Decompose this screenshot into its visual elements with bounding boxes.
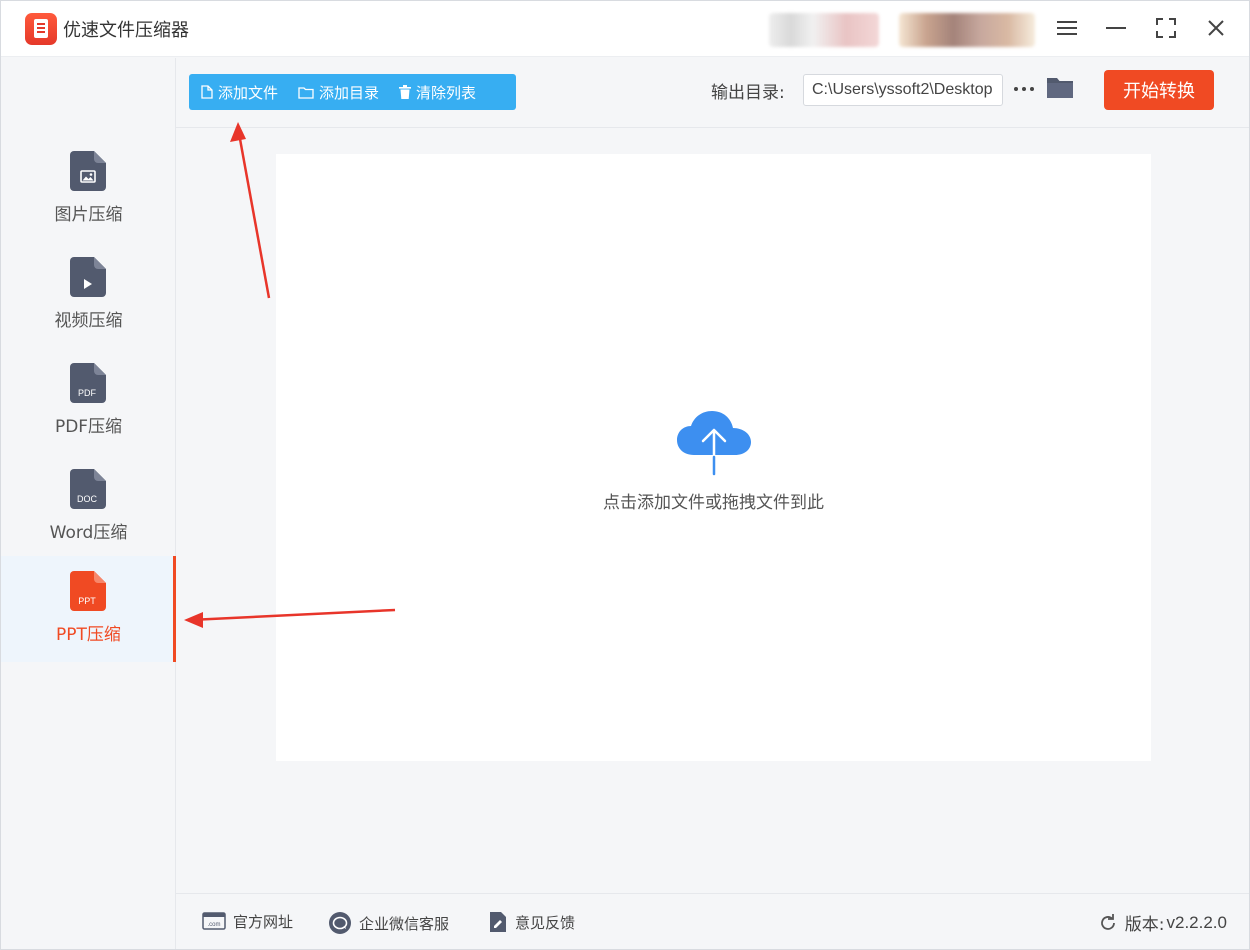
output-dir-label: 输出目录: xyxy=(711,83,785,103)
folder-icon xyxy=(298,86,314,99)
file-icon xyxy=(201,85,213,99)
menu-icon[interactable] xyxy=(1050,13,1084,43)
add-folder-label: 添加目录 xyxy=(319,83,380,102)
version-label: 版本: xyxy=(1124,915,1165,935)
footer: .com 官方网址 企业微信客服 意见反馈 版本: v2.2.2.0 xyxy=(176,893,1249,949)
refresh-icon xyxy=(1100,913,1115,930)
output-path-field[interactable]: C:\Users\yssoft2\Desktop xyxy=(803,74,1003,106)
video-file-icon xyxy=(70,257,106,297)
user-name-blurred[interactable] xyxy=(899,13,1035,47)
website-icon: .com xyxy=(202,911,226,930)
sidebar-item-ppt-compress[interactable]: PPT PPT压缩 xyxy=(1,556,176,662)
sidebar-item-label: Word压缩 xyxy=(49,523,128,543)
sidebar-item-label: PPT压缩 xyxy=(56,625,121,645)
app-window: 优速文件压缩器 图片压缩 视频压缩 PDF PDF压缩 DOC Word压缩 P… xyxy=(0,0,1250,950)
website-link[interactable]: .com 官方网址 xyxy=(202,911,293,932)
sidebar-item-image-compress[interactable]: 图片压缩 xyxy=(1,136,176,242)
add-folder-button[interactable]: 添加目录 xyxy=(278,74,379,110)
sidebar-item-video-compress[interactable]: 视频压缩 xyxy=(1,242,176,348)
file-drop-zone[interactable]: 点击添加文件或拖拽文件到此 xyxy=(276,154,1151,761)
clear-list-label: 清除列表 xyxy=(416,83,477,102)
feedback-label: 意见反馈 xyxy=(515,913,576,932)
pdf-file-icon: PDF xyxy=(70,363,106,403)
title-bar: 优速文件压缩器 xyxy=(1,1,1249,57)
open-folder-icon[interactable] xyxy=(1046,75,1074,103)
wechat-service-link[interactable]: 企业微信客服 xyxy=(328,911,449,935)
start-convert-button[interactable]: 开始转换 xyxy=(1104,70,1214,110)
more-options-icon[interactable] xyxy=(1011,74,1037,104)
sidebar-item-label: 视频压缩 xyxy=(54,311,123,331)
cloud-upload-icon xyxy=(676,410,752,476)
version-number: v2.2.2.0 xyxy=(1166,912,1228,932)
svg-text:DOC: DOC xyxy=(77,494,98,504)
user-avatar-blurred[interactable] xyxy=(769,13,879,47)
doc-file-icon: DOC xyxy=(70,469,106,509)
feedback-link[interactable]: 意见反馈 xyxy=(488,911,575,933)
svg-text:PPT: PPT xyxy=(78,596,96,606)
add-file-button[interactable]: 添加文件 xyxy=(189,74,278,110)
toolbar: 添加文件 添加目录 清除列表 输出目录: C:\Users\yssoft2\De… xyxy=(176,58,1249,128)
trash-icon xyxy=(399,85,412,99)
image-file-icon xyxy=(70,151,106,191)
version-info[interactable]: 版本: v2.2.2.0 xyxy=(1098,910,1227,935)
minimize-icon[interactable] xyxy=(1099,13,1133,43)
clear-list-button[interactable]: 清除列表 xyxy=(379,74,476,110)
wechat-icon xyxy=(329,912,351,934)
ppt-file-icon: PPT xyxy=(70,571,106,611)
svg-text:.com: .com xyxy=(207,922,220,928)
sidebar-item-word-compress[interactable]: DOC Word压缩 xyxy=(1,454,176,560)
app-logo-icon xyxy=(25,13,57,45)
sidebar-item-label: PDF压缩 xyxy=(54,417,123,437)
sidebar: 图片压缩 视频压缩 PDF PDF压缩 DOC Word压缩 PPT PPT压缩 xyxy=(1,58,176,949)
sidebar-item-pdf-compress[interactable]: PDF PDF压缩 xyxy=(1,348,176,454)
app-title: 优速文件压缩器 xyxy=(63,20,189,41)
file-actions-group: 添加文件 添加目录 清除列表 xyxy=(189,74,516,110)
drop-hint-text: 点击添加文件或拖拽文件到此 xyxy=(603,493,824,513)
maximize-icon[interactable] xyxy=(1149,13,1183,43)
svg-text:PDF: PDF xyxy=(78,388,97,398)
wechat-label: 企业微信客服 xyxy=(359,914,450,933)
sidebar-item-label: 图片压缩 xyxy=(54,205,123,225)
add-file-label: 添加文件 xyxy=(218,83,279,102)
website-label: 官方网址 xyxy=(233,913,294,931)
close-icon[interactable] xyxy=(1199,13,1233,43)
feedback-icon xyxy=(490,912,506,932)
